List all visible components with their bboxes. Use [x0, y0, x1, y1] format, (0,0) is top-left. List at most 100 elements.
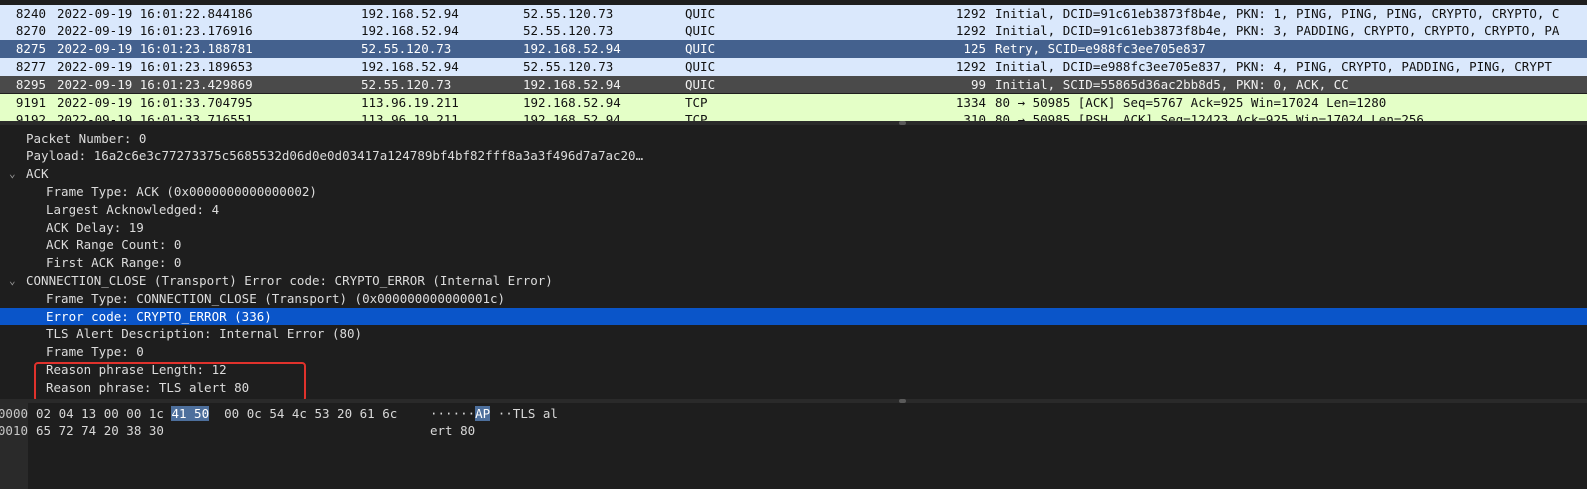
packet-destination: 192.168.52.94 [523, 94, 621, 110]
tree-item[interactable]: ⌄ CONNECTION_CLOSE (Transport) Error code… [0, 272, 1587, 290]
packet-source: 52.55.120.73 [361, 76, 452, 92]
tree-item[interactable]: ACK Delay: 19 [0, 219, 1587, 237]
hex-bytes[interactable]: 02 04 13 00 00 1c [36, 406, 171, 421]
packet-protocol: QUIC [685, 58, 716, 74]
packet-row[interactable]: 9192 2022-09-19 16:01:33.716551 113.96.19.… [0, 111, 1587, 121]
packet-row[interactable]: 8240 2022-09-19 16:01:22.844186 192.168.52… [0, 4, 1587, 23]
packet-info: 80 → 50985 [PSH, ACK] Seq=12423 Ack=925 … [995, 112, 1424, 121]
tree-item-selected[interactable]: Error code: CRYPTO_ERROR (336) [0, 307, 1587, 326]
ascii-text[interactable]: ······ [430, 406, 475, 421]
tree-item[interactable]: TLS Alert Description: Internal Error (8… [0, 325, 1587, 343]
packet-protocol: QUIC [685, 41, 716, 57]
annotation-highlight-box [34, 362, 306, 402]
packet-length: 1292 [955, 23, 986, 39]
packet-info: Initial, DCID=91c61eb3873f8b4e, PKN: 1, … [995, 5, 1560, 21]
hex-offset: 0010 [0, 423, 28, 438]
tree-item-label: Payload: 16a2c6e3c77273375c5685532d06d0e… [26, 148, 644, 164]
packet-time: 2022-09-19 16:01:23.189653 [57, 58, 253, 74]
packet-time: 2022-09-19 16:01:33.716551 [57, 112, 253, 121]
ascii-row[interactable]: ······AP ··TLS al [430, 405, 558, 422]
chevron-down-icon[interactable]: ⌄ [9, 165, 16, 183]
packet-protocol: QUIC [685, 5, 716, 21]
hex-bytes-row[interactable]: 65 72 74 20 38 30 [36, 422, 164, 439]
packet-length: 1292 [955, 58, 986, 74]
tree-item[interactable]: Payload: 16a2c6e3c77273375c5685532d06d0e… [0, 147, 1587, 165]
packet-list[interactable]: 8240 2022-09-19 16:01:22.844186 192.168.52… [0, 0, 1587, 121]
tree-item-label: Error code: CRYPTO_ERROR (336) [46, 308, 272, 324]
packet-length: 1334 [955, 94, 986, 110]
tree-item-label: Packet Number: 0 [26, 130, 147, 146]
chevron-down-icon[interactable]: ⌄ [9, 272, 16, 290]
packet-destination: 52.55.120.73 [523, 5, 614, 21]
packet-time: 2022-09-19 16:01:33.704795 [57, 94, 253, 110]
packet-number: 8275 [15, 41, 46, 57]
tree-item-label: ACK Range Count: 0 [46, 237, 182, 253]
tree-item-label: Frame Type: ACK (0x0000000000000002) [46, 183, 317, 199]
tree-item[interactable]: ⌄ ACK [0, 165, 1587, 183]
packet-length: 310 [963, 112, 986, 121]
tree-item[interactable]: ACK Range Count: 0 [0, 236, 1587, 254]
packet-number: 8240 [15, 5, 46, 21]
tree-item-label: ACK [26, 166, 49, 182]
packet-source: 192.168.52.94 [361, 23, 459, 39]
packet-info: Initial, DCID=e988fc3ee705e837, PKN: 4, … [995, 58, 1552, 74]
packet-protocol: TCP [685, 94, 708, 110]
tree-item[interactable]: Frame Type: 0 [0, 343, 1587, 361]
packet-bytes-pane[interactable]: 0000 02 04 13 00 00 1c 41 50 00 0c 54 4c… [0, 403, 1587, 489]
ascii-row[interactable]: ert 80 [430, 422, 475, 439]
hex-bytes[interactable]: 00 0c 54 4c 53 20 61 6c [209, 406, 397, 421]
tree-item[interactable]: Frame Type: ACK (0x0000000000000002) [0, 183, 1587, 201]
packet-length: 99 [970, 76, 986, 92]
tree-item-label: Largest Acknowledged: 4 [46, 201, 220, 217]
packet-destination: 192.168.52.94 [523, 76, 621, 92]
packet-source: 192.168.52.94 [361, 58, 459, 74]
packet-protocol: QUIC [685, 76, 716, 92]
packet-source: 113.96.19.211 [361, 112, 459, 121]
hex-bytes-highlighted[interactable]: 41 50 [171, 406, 210, 421]
packet-length: 1292 [955, 5, 986, 21]
packet-row[interactable]: 8275 2022-09-19 16:01:23.188781 52.55.120.… [0, 40, 1587, 58]
tree-item-label: ACK Delay: 19 [46, 219, 144, 235]
packet-destination: 192.168.52.94 [523, 41, 621, 57]
packet-info: Initial, SCID=55865d36ac2bb8d5, PKN: 0, … [995, 76, 1349, 92]
packet-number: 8270 [15, 23, 46, 39]
packet-info: Retry, SCID=e988fc3ee705e837 [995, 41, 1206, 57]
packet-destination: 192.168.52.94 [523, 112, 621, 121]
tree-item-label: Frame Type: CONNECTION_CLOSE (Transport)… [46, 290, 506, 306]
packet-row[interactable]: 8270 2022-09-19 16:01:23.176916 192.168.52… [0, 22, 1587, 41]
tree-item[interactable]: First ACK Range: 0 [0, 254, 1587, 272]
packet-destination: 52.55.120.73 [523, 58, 614, 74]
ascii-text-highlighted[interactable]: AP [475, 406, 491, 421]
packet-destination: 52.55.120.73 [523, 23, 614, 39]
packet-source: 52.55.120.73 [361, 41, 452, 57]
packet-number: 9192 [15, 112, 46, 121]
tree-item[interactable]: Largest Acknowledged: 4 [0, 201, 1587, 219]
tree-item-label: Frame Type: 0 [46, 344, 144, 360]
tree-item[interactable]: Frame Type: CONNECTION_CLOSE (Transport)… [0, 290, 1587, 308]
hex-bytes-row[interactable]: 02 04 13 00 00 1c 41 50 00 0c 54 4c 53 2… [36, 405, 397, 422]
packet-time: 2022-09-19 16:01:23.429869 [57, 76, 253, 92]
packet-row[interactable]: 8295 2022-09-19 16:01:23.429869 52.55.120.… [0, 75, 1587, 94]
ascii-text[interactable]: ··TLS al [490, 406, 558, 421]
packet-info: 80 → 50985 [ACK] Seq=5767 Ack=925 Win=17… [995, 94, 1387, 110]
packet-length: 125 [963, 41, 986, 57]
packet-number: 8277 [15, 58, 46, 74]
packet-protocol: TCP [685, 112, 708, 121]
packet-info: Initial, DCID=91c61eb3873f8b4e, PKN: 3, … [995, 23, 1560, 39]
packet-row[interactable]: 8277 2022-09-19 16:01:23.189653 192.168.52… [0, 57, 1587, 76]
hex-offset: 0000 [0, 406, 28, 421]
packet-details-tree[interactable]: Packet Number: 0 Payload: 16a2c6e3c772733… [0, 125, 1587, 399]
packet-source: 192.168.52.94 [361, 5, 459, 21]
tree-item[interactable]: Packet Number: 0 [0, 130, 1587, 148]
packet-time: 2022-09-19 16:01:23.188781 [57, 41, 253, 57]
tree-item-label: TLS Alert Description: Internal Error (8… [46, 326, 363, 342]
packet-time: 2022-09-19 16:01:22.844186 [57, 5, 253, 21]
packet-number: 9191 [15, 94, 46, 110]
tree-item-label: CONNECTION_CLOSE (Transport) Error code:… [26, 272, 553, 288]
packet-time: 2022-09-19 16:01:23.176916 [57, 23, 253, 39]
packet-source: 113.96.19.211 [361, 94, 459, 110]
packet-row[interactable]: 9191 2022-09-19 16:01:33.704795 113.96.19.… [0, 93, 1587, 112]
packet-protocol: QUIC [685, 23, 716, 39]
tree-item-label: First ACK Range: 0 [46, 255, 182, 271]
packet-number: 8295 [15, 76, 46, 92]
